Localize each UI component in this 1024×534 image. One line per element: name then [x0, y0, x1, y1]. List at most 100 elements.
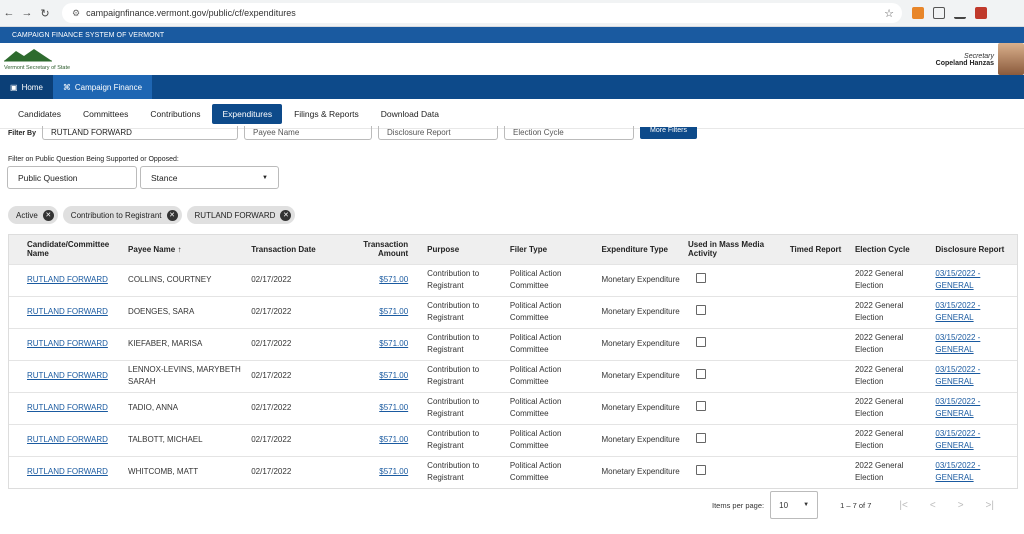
disclosure-report-link[interactable]: 03/15/2022 - GENERAL	[935, 397, 980, 418]
committee-cell: RUTLAND FORWARD	[9, 263, 125, 296]
chip-label: Active	[16, 210, 38, 220]
disclosure-report-link[interactable]: 03/15/2022 - GENERAL	[935, 365, 980, 386]
payee-cell: COLLINS, COURTNEY	[124, 263, 248, 296]
col-date-header[interactable]: Transaction Date	[247, 235, 330, 264]
election-cycle-select[interactable]: Election Cycle	[504, 126, 635, 140]
mass-media-checkbox[interactable]	[696, 401, 706, 411]
public-question-placeholder: Public Question	[18, 172, 78, 183]
items-per-page-select[interactable]: 10 ▼	[770, 491, 819, 519]
col-cycle-header[interactable]: Election Cycle	[851, 235, 931, 264]
col-report-header[interactable]: Disclosure Report	[931, 235, 1017, 264]
puzzle-icon[interactable]	[933, 7, 945, 19]
disclosure-report-link[interactable]: 03/15/2022 - GENERAL	[935, 269, 980, 290]
download-icon[interactable]	[954, 7, 966, 19]
timed-report-cell	[785, 359, 851, 392]
tab-filings-reports[interactable]: Filings & Reports	[284, 104, 369, 124]
col-mass-media-header[interactable]: Used in Mass Media Activity	[684, 235, 786, 264]
stance-select[interactable]: Stance ▼	[140, 166, 279, 189]
tab-candidates[interactable]: Candidates	[8, 104, 71, 124]
public-question-row: Public Question Stance ▼	[7, 166, 279, 189]
amount-link[interactable]: $571.00	[379, 275, 408, 284]
col-purpose-header[interactable]: Purpose	[412, 235, 506, 264]
committee-link[interactable]: RUTLAND FORWARD	[27, 371, 108, 380]
committee-link[interactable]: RUTLAND FORWARD	[27, 275, 108, 284]
campaign-finance-label: Campaign Finance	[74, 82, 143, 92]
maple-leaf-icon[interactable]	[975, 7, 987, 19]
date-cell: 02/17/2022	[247, 423, 331, 456]
public-question-input[interactable]: Public Question	[7, 166, 137, 189]
mass-media-checkbox[interactable]	[696, 273, 706, 283]
amount-link[interactable]: $571.00	[379, 307, 408, 316]
disclosure-report-link[interactable]: 03/15/2022 - GENERAL	[935, 461, 980, 482]
col-payee-header[interactable]: Payee Name ↑	[124, 235, 247, 264]
more-filters-button[interactable]: More Filters	[640, 127, 697, 139]
amount-link[interactable]: $571.00	[379, 339, 408, 348]
first-page-icon[interactable]: |<	[899, 500, 907, 511]
tab-committees[interactable]: Committees	[73, 104, 138, 124]
brand-header: Vermont Secretary of State Secretary Cop…	[0, 43, 1024, 75]
address-bar[interactable]: ⚙ campaignfinance.vermont.gov/public/cf/…	[62, 3, 902, 23]
table-row: RUTLAND FORWARD COLLINS, COURTNEY 02/17/20…	[9, 263, 1017, 296]
section-tabs: Candidates Committees Contributions Expe…	[0, 99, 1024, 129]
amount-link[interactable]: $571.00	[379, 371, 408, 380]
payee-filter-input[interactable]: Payee Name	[244, 126, 373, 140]
date-cell: 02/17/2022	[247, 391, 331, 424]
bookmark-star-icon[interactable]: ☆	[884, 7, 894, 20]
filter-chip: Active ✕	[8, 206, 58, 224]
timed-report-cell	[785, 327, 851, 360]
mass-media-cell	[684, 455, 786, 488]
next-page-icon[interactable]: >	[958, 500, 964, 511]
filter-row: Filter By RUTLAND FORWARD Payee Name Dis…	[8, 126, 1016, 140]
remove-chip-icon[interactable]: ✕	[166, 209, 178, 221]
purpose-cell: Contribution to Registrant	[412, 391, 506, 424]
disclosure-report-link[interactable]: 03/15/2022 - GENERAL	[935, 429, 980, 450]
remove-chip-icon[interactable]: ✕	[42, 209, 54, 221]
campaign-finance-button[interactable]: ⌘ Campaign Finance	[52, 75, 153, 99]
col-amount-header[interactable]: Transaction Amount	[331, 235, 412, 264]
col-committee-header[interactable]: Candidate/Committee Name	[9, 235, 124, 264]
mass-media-checkbox[interactable]	[696, 465, 706, 476]
mass-media-checkbox[interactable]	[696, 369, 706, 379]
reload-icon[interactable]: ↻	[36, 7, 54, 20]
col-filer-header[interactable]: Filer Type	[506, 235, 598, 264]
site-info-icon[interactable]: ⚙	[72, 8, 80, 19]
disclosure-report-cell: 03/15/2022 - GENERAL	[931, 263, 1017, 296]
committee-link[interactable]: RUTLAND FORWARD	[27, 307, 108, 316]
tab-download-data[interactable]: Download Data	[371, 104, 449, 124]
committee-link[interactable]: RUTLAND FORWARD	[27, 467, 108, 476]
sort-arrow-icon: ↑	[177, 244, 182, 254]
expenditure-type-cell: Monetary Expenditure	[597, 391, 684, 424]
home-button[interactable]: ▣ Home	[0, 75, 53, 99]
forward-icon[interactable]: →	[18, 7, 36, 19]
amount-link[interactable]: $571.00	[379, 435, 408, 444]
committee-link[interactable]: RUTLAND FORWARD	[27, 339, 108, 348]
committee-link[interactable]: RUTLAND FORWARD	[27, 435, 108, 444]
tab-expenditures[interactable]: Expenditures	[212, 103, 283, 124]
last-page-icon[interactable]: >|	[986, 500, 994, 511]
disclosure-report-link[interactable]: 03/15/2022 - GENERAL	[935, 333, 980, 354]
election-cycle-cell: 2022 General Election	[850, 423, 932, 456]
main-navbar: ▣ Home ⌘ Campaign Finance	[0, 75, 1024, 99]
mass-media-checkbox[interactable]	[696, 433, 706, 443]
amount-link[interactable]: $571.00	[379, 467, 408, 476]
col-exptype-header[interactable]: Expenditure Type	[597, 235, 684, 264]
mass-media-checkbox[interactable]	[696, 337, 706, 347]
expenditure-type-cell: Monetary Expenditure	[597, 263, 684, 296]
tab-contributions[interactable]: Contributions	[140, 104, 210, 124]
mass-media-cell	[684, 263, 786, 296]
amount-link[interactable]: $571.00	[379, 403, 408, 412]
disclosure-report-select[interactable]: Disclosure Report	[378, 126, 499, 140]
mass-media-checkbox[interactable]	[696, 305, 706, 315]
chevron-down-icon: ▼	[803, 502, 810, 508]
committee-filter-input[interactable]: RUTLAND FORWARD	[42, 126, 239, 140]
extension-icon[interactable]	[912, 7, 924, 19]
back-icon[interactable]: ←	[0, 7, 18, 19]
committee-link[interactable]: RUTLAND FORWARD	[27, 403, 108, 412]
remove-chip-icon[interactable]: ✕	[280, 209, 292, 221]
col-timed-header[interactable]: Timed Report	[786, 235, 851, 264]
filer-type-cell: Political Action Committee	[505, 263, 598, 296]
amount-cell: $571.00	[330, 359, 413, 392]
prev-page-icon[interactable]: <	[930, 500, 936, 511]
sos-logo[interactable]: Vermont Secretary of State	[4, 47, 94, 71]
disclosure-report-link[interactable]: 03/15/2022 - GENERAL	[935, 301, 980, 322]
